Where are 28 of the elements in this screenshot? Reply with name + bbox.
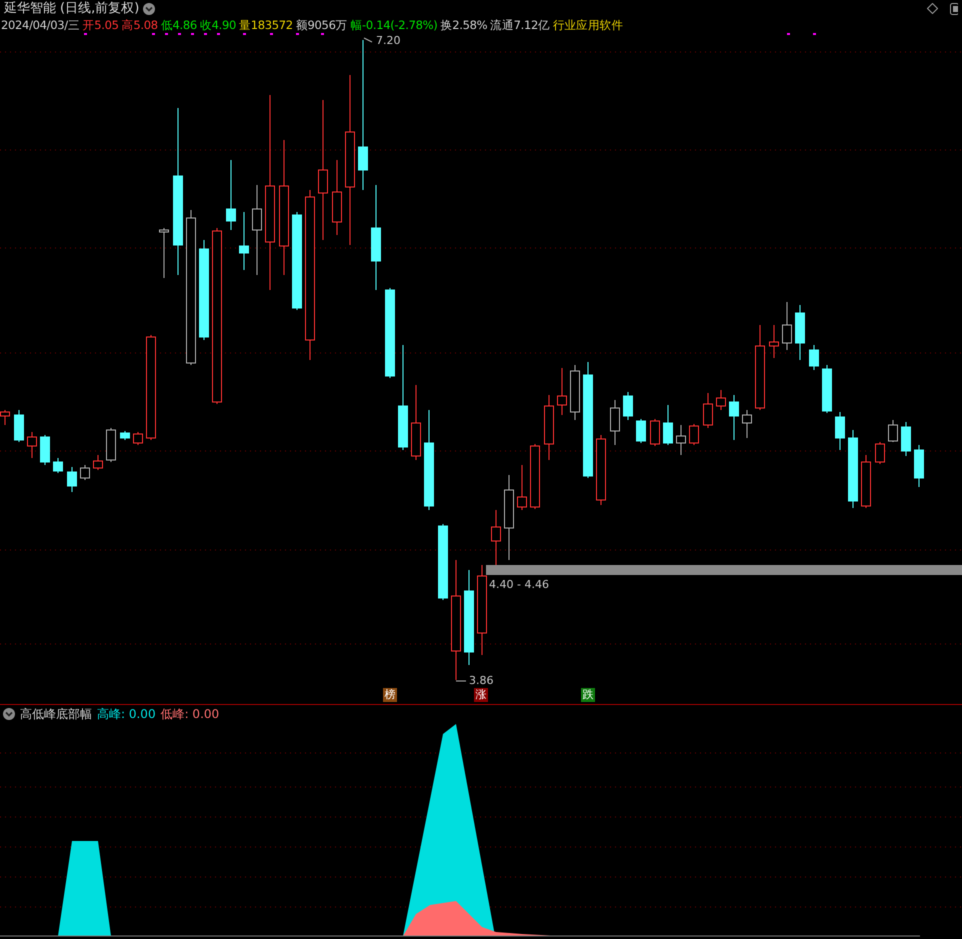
quote-field: 流通7.12亿 xyxy=(490,17,550,33)
leader-line xyxy=(456,680,466,682)
toggle-icon[interactable] xyxy=(950,2,958,14)
low-price-label: 3.86 xyxy=(469,673,494,689)
signal-tag: 涨 xyxy=(474,688,488,702)
high-price-label: 7.20 xyxy=(376,33,400,49)
signal-tag: 跌 xyxy=(581,688,595,702)
dropdown-icon[interactable] xyxy=(143,2,156,14)
price-range-label: 4.40 - 4.46 xyxy=(489,577,549,593)
quote-field: 2024/04/03/三 xyxy=(1,17,80,33)
indicator-name: 高低峰底部幅 xyxy=(20,706,92,722)
dropdown-icon[interactable] xyxy=(3,708,15,720)
quote-field: 低4.86 xyxy=(160,17,197,33)
quote-field: 高5.08 xyxy=(122,17,158,33)
quote-field: 额9056万 xyxy=(296,17,348,33)
indicator-value: 高峰: 0.00 xyxy=(97,706,156,722)
quote-field: 量183572 xyxy=(239,17,293,33)
diamond-icon[interactable] xyxy=(927,3,938,14)
leader-line xyxy=(364,38,372,42)
stock-title: 延华智能 xyxy=(4,0,56,16)
indicator-value: 低峰: 0.00 xyxy=(160,706,220,722)
chart-period: (日线,前复权) xyxy=(60,0,140,16)
quote-field: 行业应用软件 xyxy=(552,17,623,33)
quote-field: 开5.05 xyxy=(82,17,119,33)
quote-field: 幅-0.14(-2.78%) xyxy=(350,17,438,33)
quote-field: 收4.90 xyxy=(200,17,236,33)
signal-tag: 榜 xyxy=(383,688,397,702)
quote-field: 换2.58% xyxy=(440,17,488,33)
